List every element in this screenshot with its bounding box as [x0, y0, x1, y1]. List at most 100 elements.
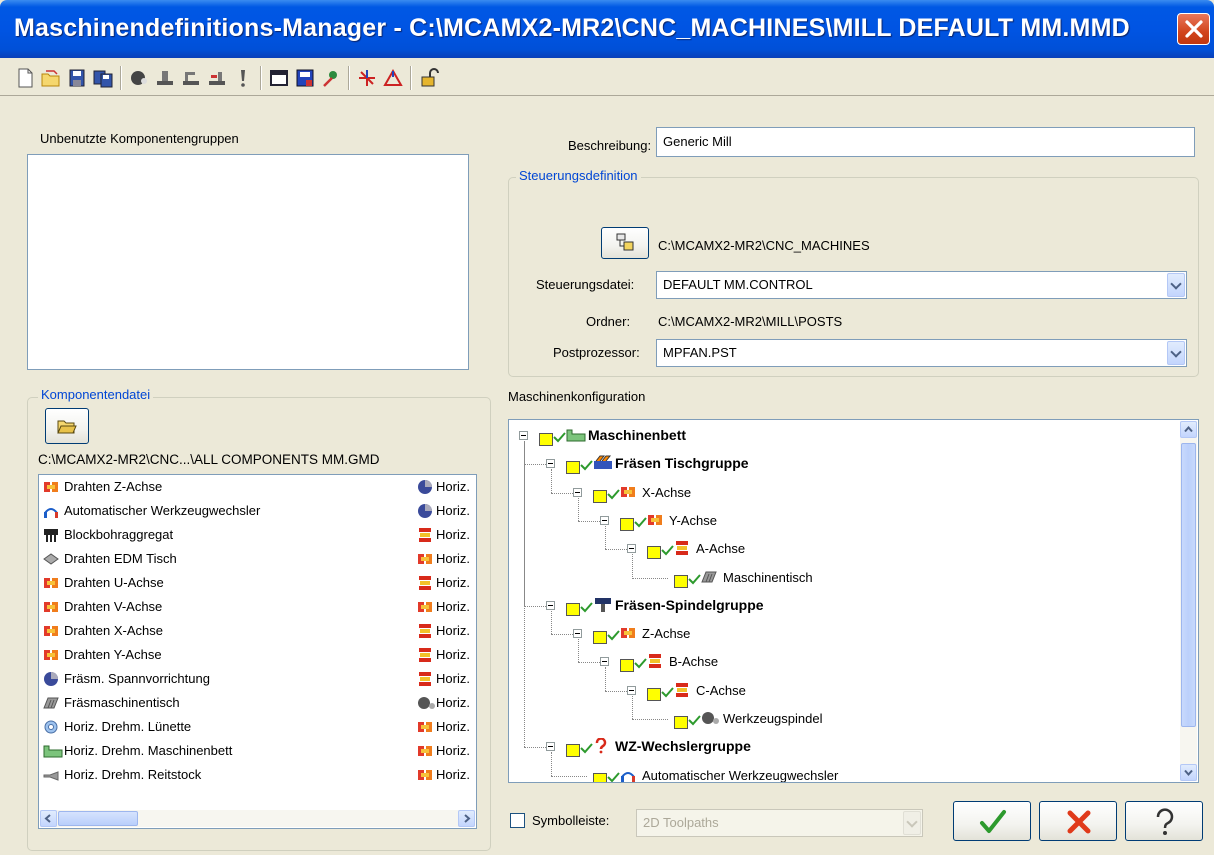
machine-config-tree[interactable]: Maschinenbett Fräsen Tischgruppe X-Achse Y-… [508, 419, 1199, 783]
checkmark-icon[interactable] [634, 516, 647, 529]
axis-block-icon [43, 599, 59, 615]
description-field[interactable]: Generic Mill [656, 127, 1195, 157]
exclamation-icon[interactable] [232, 67, 254, 89]
component-list-item[interactable]: Fräsm. Spannvorrichtung Horiz. [39, 667, 476, 691]
tree-node[interactable]: Automatischer Werkzeugwechsler [509, 765, 1169, 782]
control-file-select[interactable]: DEFAULT MM.CONTROL [656, 271, 1187, 299]
tree-node[interactable]: Werkzeugspindel [509, 708, 1169, 730]
machine-icon-1[interactable] [154, 67, 176, 89]
checkmark-icon[interactable] [580, 601, 593, 614]
scroll-right-button[interactable] [458, 810, 475, 827]
tree-node[interactable]: Maschinenbett [509, 425, 1169, 447]
machine-icon-3[interactable] [206, 67, 228, 89]
collapse-toggle-icon[interactable] [627, 544, 636, 554]
component-list-item[interactable]: Horiz. Drehm. Lünette Horiz. [39, 715, 476, 739]
chevron-down-icon[interactable] [1167, 273, 1185, 297]
toolbar-checkbox[interactable] [510, 813, 525, 828]
scroll-up-button[interactable] [1180, 421, 1197, 438]
scroll-down-button[interactable] [1180, 764, 1197, 781]
checkmark-icon[interactable] [661, 544, 674, 557]
new-file-icon[interactable] [14, 67, 36, 89]
component-list-item[interactable]: Drahten V-Achse Horiz. [39, 595, 476, 619]
scroll-left-button[interactable] [40, 810, 57, 827]
control-file-label: Steuerungsdatei: [536, 277, 635, 292]
checkmark-icon[interactable] [580, 742, 593, 755]
checkmark-icon[interactable] [580, 459, 593, 472]
disc-icon [43, 671, 59, 687]
tree-node[interactable]: Fräsen Tischgruppe [509, 453, 1169, 475]
toolbar-select[interactable]: 2D Toolpaths [636, 809, 923, 837]
component-list-item[interactable]: Drahten EDM Tisch Horiz. [39, 547, 476, 571]
tree-node[interactable]: Fräsen-Spindelgruppe [509, 595, 1169, 617]
post-processor-select[interactable]: MPFAN.PST [656, 339, 1187, 367]
checkmark-icon[interactable] [661, 686, 674, 699]
vertical-scroll-thumb[interactable] [1181, 443, 1196, 727]
collapse-toggle-icon[interactable] [573, 629, 582, 639]
tree-node[interactable]: X-Achse [509, 482, 1169, 504]
component-list-item[interactable]: Blockbohraggregat Horiz. [39, 523, 476, 547]
collapse-toggle-icon[interactable] [573, 487, 582, 497]
component-list-item[interactable]: Horiz. Drehm. Reitstock Horiz. [39, 763, 476, 787]
chevron-down-icon[interactable] [1167, 341, 1185, 365]
help-button[interactable] [1125, 801, 1203, 841]
open-file-icon[interactable] [40, 67, 62, 89]
component-list-item[interactable]: Drahten Z-Achse Horiz. [39, 475, 476, 499]
component-type: Horiz. [436, 599, 470, 614]
component-list-item[interactable]: Drahten U-Achse Horiz. [39, 571, 476, 595]
cancel-button[interactable] [1039, 801, 1117, 841]
collapse-toggle-icon[interactable] [546, 459, 555, 469]
close-button[interactable] [1177, 13, 1210, 45]
rotary-icon [417, 671, 433, 687]
window-icon[interactable] [268, 67, 290, 89]
collapse-toggle-icon[interactable] [519, 431, 528, 440]
save-as-icon[interactable] [92, 67, 114, 89]
collapse-toggle-icon[interactable] [546, 600, 555, 610]
axis-triangle-icon[interactable] [382, 67, 404, 89]
component-icon[interactable] [128, 67, 150, 89]
pointer-icon[interactable] [320, 67, 342, 89]
component-list-item[interactable]: Drahten Y-Achse Horiz. [39, 643, 476, 667]
tree-node[interactable]: A-Achse [509, 538, 1169, 560]
checkmark-icon[interactable] [607, 488, 620, 501]
select-control-button[interactable] [601, 227, 649, 259]
unused-groups-list[interactable] [27, 154, 469, 370]
horizontal-scrollbar[interactable] [40, 810, 475, 827]
ok-button[interactable] [953, 801, 1031, 841]
horizontal-scroll-thumb[interactable] [58, 811, 138, 826]
component-type: Horiz. [436, 767, 470, 782]
checkmark-icon[interactable] [553, 431, 566, 444]
checkmark-icon[interactable] [688, 573, 701, 586]
checkmark-icon[interactable] [607, 771, 620, 782]
tailstock-icon [43, 767, 59, 783]
vertical-scrollbar[interactable] [1180, 421, 1197, 781]
toolbar-label: Symbolleiste: [532, 813, 610, 828]
open-component-file-button[interactable] [45, 408, 89, 444]
tree-node[interactable]: Maschinentisch [509, 567, 1169, 589]
checkmark-icon[interactable] [688, 714, 701, 727]
tree-node[interactable]: B-Achse [509, 651, 1169, 673]
collapse-toggle-icon[interactable] [600, 657, 609, 667]
component-list-item[interactable]: Horiz. Drehm. Maschinenbett Horiz. [39, 739, 476, 763]
collapse-toggle-icon[interactable] [600, 515, 609, 525]
components-list[interactable]: Drahten Z-Achse Horiz. Automatischer Werkz… [38, 474, 477, 829]
lock-icon[interactable] [418, 67, 440, 89]
axis-icon[interactable] [356, 67, 378, 89]
bed-icon [43, 743, 63, 759]
collapse-toggle-icon[interactable] [546, 742, 555, 752]
checkmark-icon[interactable] [607, 629, 620, 642]
machine-icon-2[interactable] [180, 67, 202, 89]
chevron-down-icon[interactable] [903, 811, 921, 835]
save-icon[interactable] [66, 67, 88, 89]
checkmark-icon[interactable] [634, 657, 647, 670]
component-list-item[interactable]: Drahten X-Achse Horiz. [39, 619, 476, 643]
tree-node[interactable]: WZ-Wechslergruppe [509, 736, 1169, 758]
collapse-toggle-icon[interactable] [627, 685, 636, 695]
component-list-item[interactable]: Automatischer Werkzeugwechsler Horiz. [39, 499, 476, 523]
save-blue-icon[interactable] [294, 67, 316, 89]
rotary-icon [647, 653, 663, 672]
axis-block-icon [417, 599, 433, 615]
tree-node[interactable]: Y-Achse [509, 510, 1169, 532]
component-list-item[interactable]: Fräsmaschinentisch Horiz. [39, 691, 476, 715]
tree-node[interactable]: C-Achse [509, 680, 1169, 702]
tree-node[interactable]: Z-Achse [509, 623, 1169, 645]
